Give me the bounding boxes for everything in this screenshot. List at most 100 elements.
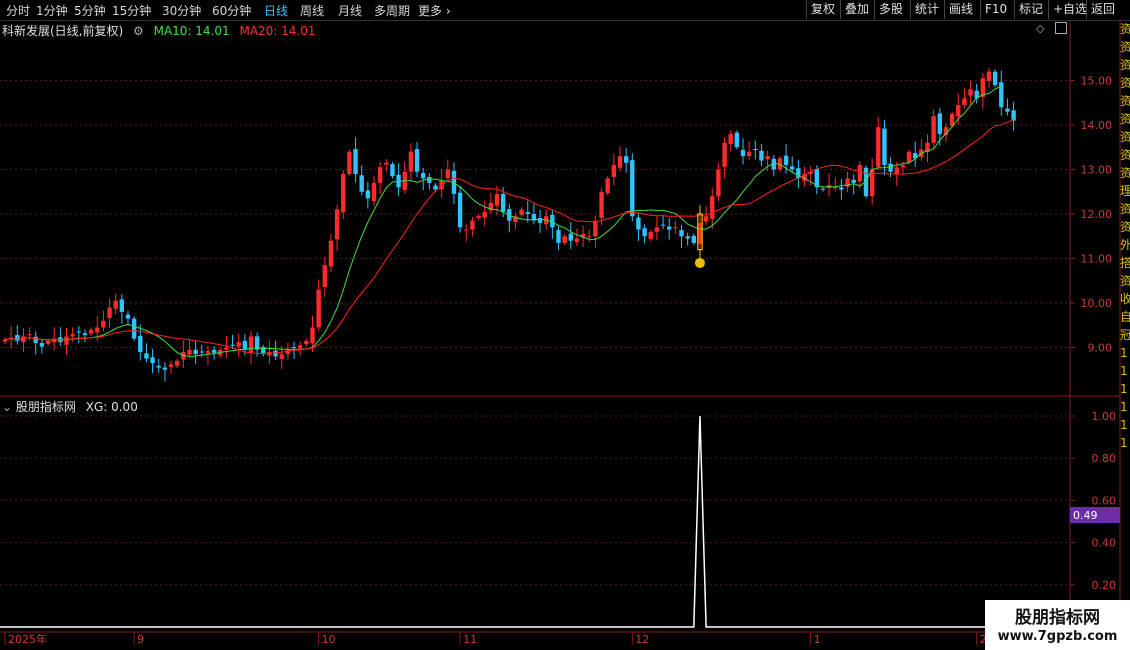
period-tab-10[interactable]: 更多 ›: [418, 2, 451, 19]
candle-body: [630, 160, 635, 217]
toolbar-button-3[interactable]: 统计: [910, 0, 943, 19]
candle-body: [814, 169, 819, 188]
candle-body: [790, 166, 795, 170]
candle-body: [599, 191, 604, 219]
candle-body: [150, 357, 155, 364]
candle-body: [187, 349, 192, 355]
candle-body: [722, 142, 727, 167]
right-strip-char: 1: [1120, 382, 1128, 396]
right-strip-char: 理: [1120, 184, 1130, 198]
right-strip-char: 自: [1120, 310, 1130, 324]
period-tab-7[interactable]: 周线: [300, 2, 324, 19]
candle-body: [107, 307, 112, 319]
candle-body: [2, 339, 8, 342]
candle-body: [341, 173, 346, 213]
toolbar-button-6[interactable]: 标记: [1014, 0, 1047, 19]
candle-body: [298, 345, 303, 349]
candle-body: [15, 335, 20, 341]
indicator-tick-label: 0.40: [1092, 537, 1117, 550]
candle-body: [716, 169, 721, 197]
right-strip-char: 资: [1120, 220, 1130, 234]
candle-body: [765, 156, 770, 160]
period-tab-2[interactable]: 5分钟: [74, 2, 106, 19]
indicator-tick-label: 1.00: [1092, 410, 1117, 423]
main-chart-header: 科新发展(日线,前复权) ⚙ MA10: 14.01 MA20: 14.01: [2, 22, 322, 38]
toolbar-button-2[interactable]: 多股: [874, 0, 907, 19]
candle-body: [660, 224, 666, 226]
kline-chart[interactable]: 15.00 14.00 13.00 12.00 11.00 10.00 9.00 1.00 0.…: [0, 0, 1130, 650]
right-strip-char: 资: [1120, 166, 1130, 180]
toolbar-button-8[interactable]: 返回: [1086, 0, 1119, 19]
right-strip-char: 资: [1120, 76, 1130, 90]
candle-body: [685, 236, 690, 239]
settings-circle-icon[interactable]: ⚙: [133, 24, 144, 38]
candle-body: [242, 340, 248, 350]
candle-body: [845, 178, 850, 187]
candle-body: [199, 351, 204, 353]
period-tab-6[interactable]: 日线: [264, 2, 288, 19]
diamond-icon[interactable]: ◇: [1036, 22, 1044, 35]
price-tick-label: 11.00: [1081, 253, 1113, 266]
candle-body: [310, 327, 315, 344]
candle-body: [427, 177, 432, 183]
candle-body: [414, 149, 420, 172]
right-strip-char: 搭: [1120, 256, 1130, 270]
ma10-line: [4, 85, 1002, 357]
candle-body: [58, 337, 63, 343]
candle-body: [623, 156, 629, 163]
candle-body: [931, 116, 936, 143]
indicator-tick-label: 0.20: [1092, 579, 1117, 592]
period-tab-3[interactable]: 15分钟: [112, 2, 151, 19]
period-tab-0[interactable]: 分时: [6, 2, 30, 19]
candle-body: [359, 175, 364, 192]
period-tab-4[interactable]: 30分钟: [162, 2, 201, 19]
candle-body: [937, 113, 942, 134]
dropdown-circle-icon[interactable]: ⌄: [2, 400, 12, 414]
watermark-url: www.7gpzb.com: [997, 629, 1118, 644]
toolbar-button-0[interactable]: 复权: [806, 0, 839, 19]
candle-body: [168, 364, 174, 368]
toolbar-button-4[interactable]: 画线: [944, 0, 977, 19]
candle-body: [648, 231, 653, 239]
candle-body: [439, 180, 444, 190]
candle-body: [334, 209, 340, 240]
date-label: 2025年: [8, 632, 47, 646]
price-tick-label: 14.00: [1081, 119, 1113, 132]
period-tab-8[interactable]: 月线: [338, 2, 362, 19]
date-label: 11: [463, 633, 477, 646]
ma10-label: MA10: 14.01: [153, 24, 230, 38]
candle-body: [27, 334, 32, 336]
candle-body: [384, 162, 389, 165]
candle-body: [365, 190, 371, 199]
ma20-line: [4, 119, 1014, 355]
candle-body: [771, 158, 776, 170]
candle-body: [863, 167, 869, 197]
period-tab-5[interactable]: 60分钟: [212, 2, 251, 19]
candle-body: [470, 220, 475, 230]
period-tab-1[interactable]: 1分钟: [36, 2, 68, 19]
candle-body: [654, 227, 660, 232]
candle-body: [777, 158, 783, 170]
candle-body: [888, 163, 893, 172]
signal-candle: [697, 213, 703, 251]
right-strip-char: 1: [1120, 346, 1128, 360]
candle-body: [968, 89, 973, 96]
candle-body: [45, 340, 51, 344]
candle-body: [433, 185, 438, 190]
window-toggle-icon[interactable]: [1055, 22, 1067, 34]
period-tab-9[interactable]: 多周期: [374, 2, 410, 19]
candle-body: [925, 142, 930, 153]
toolbar-button-5[interactable]: F10: [980, 0, 1011, 19]
toolbar-button-1[interactable]: 叠加: [840, 0, 873, 19]
right-info-strip: 资资资资资资资资资理资资外搭资收自冠111111: [1120, 20, 1130, 620]
candle-body: [943, 127, 949, 136]
xg-signal-line: [0, 415, 1070, 628]
candle-body: [697, 222, 703, 245]
candle-body: [88, 329, 94, 334]
candle-body: [611, 165, 617, 178]
candle-body: [273, 350, 278, 357]
candle-body: [230, 344, 235, 346]
toolbar-button-7[interactable]: +自选: [1048, 0, 1091, 19]
candle-body: [8, 337, 14, 340]
price-tick-label: 10.00: [1081, 297, 1113, 310]
